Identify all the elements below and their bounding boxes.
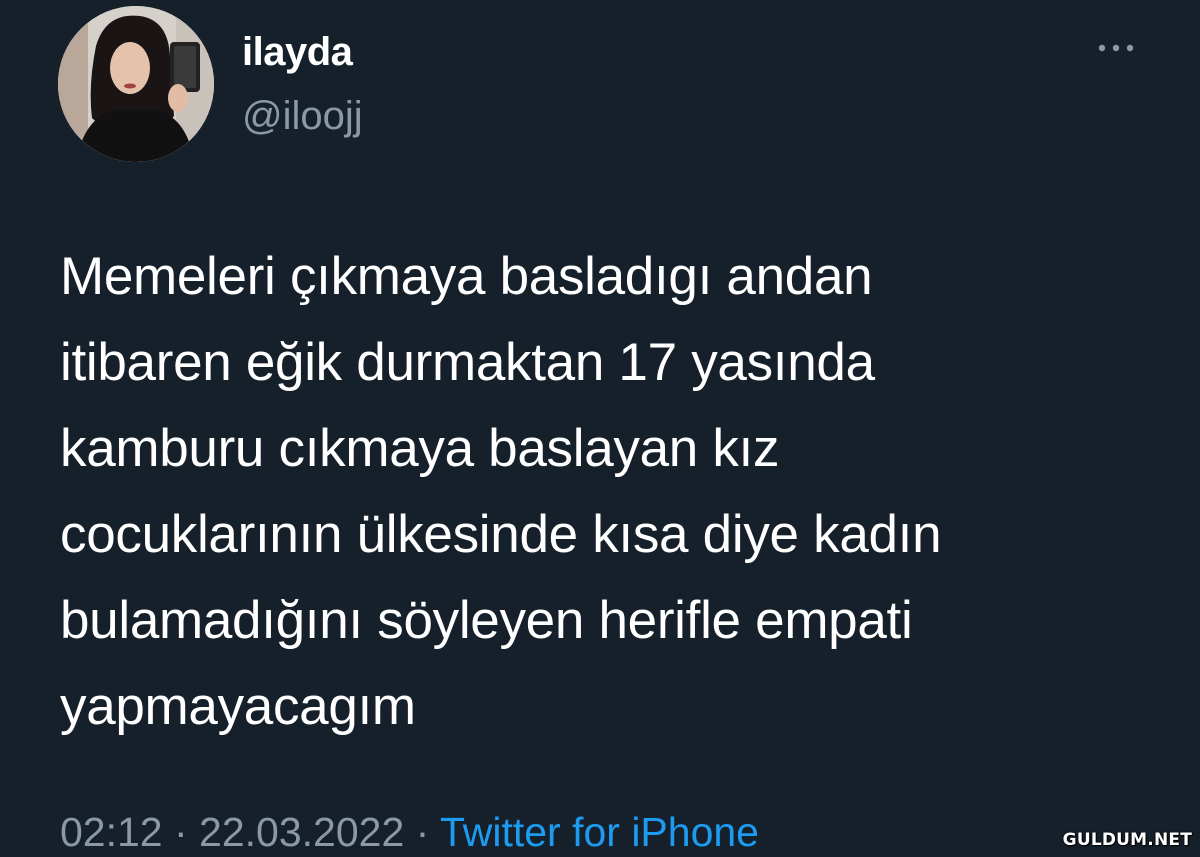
user-handle[interactable]: @iloojj [242, 92, 363, 140]
tweet-date[interactable]: 22.03.2022 [199, 809, 404, 855]
tweet-text-line: bulamadığını söyleyen herifle empati [60, 591, 913, 650]
watermark: GULDUM.NET [1062, 830, 1192, 850]
meta-separator: · [162, 809, 200, 855]
tweet-time[interactable]: 02:12 [60, 809, 163, 855]
tweet: ilayda @iloojj Memeleri çıkmaya basladıg… [0, 0, 1200, 856]
avatar[interactable] [58, 6, 214, 162]
meta-separator: · [404, 809, 440, 855]
avatar-image [58, 6, 214, 162]
more-options-icon[interactable] [1092, 36, 1140, 60]
tweet-text-line: itibaren eğik durmaktan 17 yasında [60, 333, 875, 392]
tweet-text: Memeleri çıkmaya basladıgı andan itibare… [60, 234, 1160, 750]
tweet-text-line: cocuklarının ülkesinde kısa diye kadın [60, 505, 942, 564]
tweet-text-line: kamburu cıkmaya baslayan kız [60, 419, 780, 478]
tweet-source-link[interactable]: Twitter for iPhone [440, 809, 759, 855]
display-name[interactable]: ilayda [242, 28, 353, 76]
tweet-text-line: Memeleri çıkmaya basladıgı andan [60, 247, 873, 306]
tweet-meta: 02:12 · 22.03.2022 · Twitter for iPhone [60, 808, 759, 857]
tweet-text-line: yapmayacagım [60, 677, 416, 736]
